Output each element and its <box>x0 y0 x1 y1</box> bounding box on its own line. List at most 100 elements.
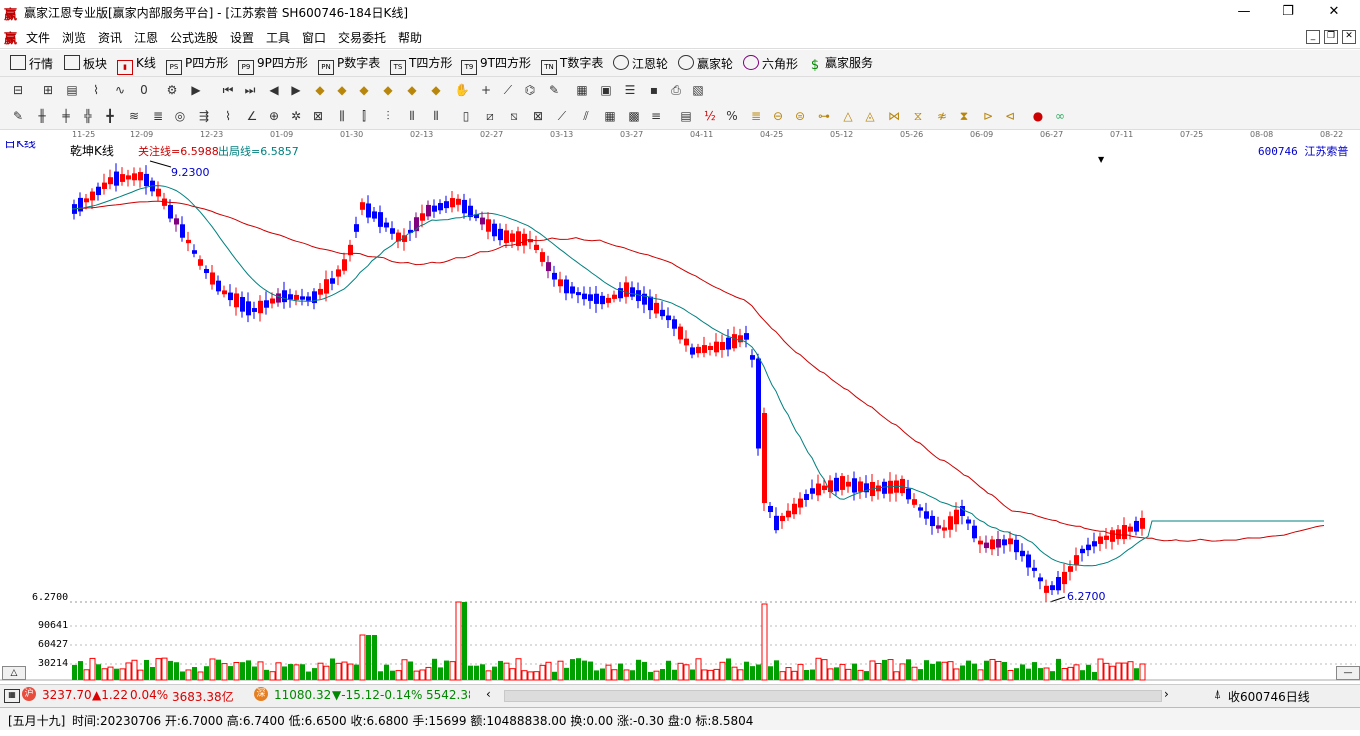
menu-gann[interactable]: 江恩 <box>134 29 158 46</box>
gold-a-icon[interactable]: △ <box>840 108 856 124</box>
first-page-icon[interactable]: ⏮ <box>220 82 236 98</box>
bars-icon[interactable]: ⫼ <box>334 108 350 124</box>
mdi-minimize-button[interactable]: _ <box>1306 30 1320 44</box>
gann-wheel-button[interactable]: 江恩轮 <box>613 55 668 71</box>
p-square-button[interactable]: PS P四方形 <box>166 55 228 75</box>
wave-icon[interactable]: ∿ <box>112 82 128 98</box>
cycle-icon[interactable]: ⌇ <box>220 108 236 124</box>
parallel-icon[interactable]: ⫽ <box>578 108 594 124</box>
next-icon[interactable]: ▶ <box>288 82 304 98</box>
trend-icon[interactable]: ≋ <box>126 108 142 124</box>
menu-app-icon[interactable]: 赢 <box>4 28 17 47</box>
brush-icon[interactable]: ✎ <box>546 82 562 98</box>
menu-file[interactable]: 文件 <box>26 29 50 46</box>
calculator-icon[interactable]: ▣ <box>598 82 614 98</box>
channel-icon[interactable]: ⫿ <box>356 108 372 124</box>
menu-help[interactable]: 帮助 <box>398 29 422 46</box>
line-tool-icon[interactable]: ⟋ <box>500 82 516 98</box>
prev-icon[interactable]: ◀ <box>266 82 282 98</box>
gold-g-icon[interactable]: ⊳ <box>980 108 996 124</box>
scroll-left-icon[interactable]: ‹ <box>486 687 491 701</box>
ratio-icon[interactable]: ½ <box>702 108 718 124</box>
zero-dropdown-icon[interactable]: 0 <box>136 82 152 98</box>
save-icon[interactable]: ▪ <box>646 82 662 98</box>
stack-icon[interactable]: ⊜ <box>792 108 808 124</box>
vol-icon[interactable]: ⦀ <box>404 108 420 124</box>
crosshair-icon[interactable]: + <box>478 82 494 98</box>
settings-icon[interactable]: ⚙ <box>164 82 180 98</box>
kline-chart[interactable]: 日K线 乾坤K线 关注线=6.5988 出局线=6.5857 600746 江苏… <box>0 141 1360 681</box>
draw-icon[interactable]: ▶ <box>188 82 204 98</box>
table-icon[interactable]: ▦ <box>602 108 618 124</box>
p-number-table-button[interactable]: PN P数字表 <box>318 55 380 75</box>
last-page-icon[interactable]: ⏭ <box>242 82 258 98</box>
cols-icon[interactable]: ⫶ <box>380 108 396 124</box>
hexagon-button[interactable]: 六角形 <box>743 55 798 71</box>
slash-icon[interactable]: ⧄ <box>482 108 498 124</box>
menu-tools[interactable]: 工具 <box>266 29 290 46</box>
horizontal-scrollbar[interactable] <box>504 690 1162 702</box>
menu-formula[interactable]: 公式选股 <box>170 29 218 46</box>
collapse-right-button[interactable]: — <box>1336 666 1360 680</box>
arrow-icon[interactable]: ⇶ <box>196 108 212 124</box>
diamond-zoom-out-icon[interactable]: ◆ <box>428 82 444 98</box>
gold-h-icon[interactable]: ⊲ <box>1002 108 1018 124</box>
export-icon[interactable]: ▧ <box>690 82 706 98</box>
diamond-right-icon[interactable]: ◆ <box>380 82 396 98</box>
list-icon[interactable]: ☰ <box>622 82 638 98</box>
9t-square-button[interactable]: T9 9T四方形 <box>461 55 531 75</box>
9p-square-button[interactable]: P9 9P四方形 <box>238 55 308 75</box>
ray-icon[interactable]: ⟋ <box>554 108 570 124</box>
angle-icon[interactable]: ∠ <box>244 108 260 124</box>
gold-d-icon[interactable]: ⧖ <box>910 108 926 124</box>
hline-icon[interactable]: ╫ <box>34 108 50 124</box>
mdi-restore-button[interactable]: ❐ <box>1324 30 1338 44</box>
collapse-left-button[interactable]: △ <box>2 666 26 680</box>
panel-icon[interactable]: ▤ <box>678 108 694 124</box>
menu-trade[interactable]: 交易委托 <box>338 29 386 46</box>
calendar-icon[interactable]: ▦ <box>574 82 590 98</box>
sz-index-value[interactable]: 11080.32 <box>274 688 331 702</box>
winner-wheel-button[interactable]: 赢家轮 <box>678 55 733 71</box>
menu-settings[interactable]: 设置 <box>230 29 254 46</box>
square-icon[interactable]: ⊠ <box>310 108 326 124</box>
infinity-icon[interactable]: ∞ <box>1052 108 1068 124</box>
gold-c-icon[interactable]: ⋈ <box>886 108 902 124</box>
gold-e-icon[interactable]: ≉ <box>934 108 950 124</box>
diamond-up-icon[interactable]: ◆ <box>312 82 328 98</box>
print-icon[interactable]: ⎙ <box>668 82 684 98</box>
matrix-icon[interactable]: ▩ <box>626 108 642 124</box>
ticks-icon[interactable]: ⫴ <box>428 108 444 124</box>
gold-bars-icon[interactable]: ≣ <box>748 108 764 124</box>
doc-icon[interactable]: ▤ <box>64 82 80 98</box>
cross-box-icon[interactable]: ⊠ <box>530 108 546 124</box>
layout-dropdown-icon[interactable]: ⊟ <box>10 82 26 98</box>
fib-icon[interactable]: ≣ <box>150 108 166 124</box>
filter-icon[interactable]: ⍋ <box>1214 687 1221 702</box>
gold-f-icon[interactable]: ⧗ <box>956 108 972 124</box>
grid-icon[interactable]: ▦ <box>4 689 20 703</box>
minimize-button[interactable]: — <box>1222 2 1266 22</box>
t-square-button[interactable]: TS T四方形 <box>390 55 452 75</box>
menu-window[interactable]: 窗口 <box>302 29 326 46</box>
diamond-left-icon[interactable]: ◆ <box>356 82 372 98</box>
gold-fork-icon[interactable]: ⊶ <box>816 108 832 124</box>
maximize-button[interactable]: ❐ <box>1266 2 1310 22</box>
star-icon[interactable]: ✲ <box>288 108 304 124</box>
circle-icon[interactable]: ◎ <box>172 108 188 124</box>
menu-browse[interactable]: 浏览 <box>62 29 86 46</box>
sector-button[interactable]: 板块 <box>64 55 107 71</box>
diamond-zoom-in-icon[interactable]: ◆ <box>404 82 420 98</box>
box-icon[interactable]: ▯ <box>458 108 474 124</box>
quote-button[interactable]: 行情 <box>10 55 53 71</box>
gann-fan-icon[interactable]: ╬ <box>80 108 96 124</box>
close-button[interactable]: ✕ <box>1312 2 1356 22</box>
coin-icon[interactable]: ⊖ <box>770 108 786 124</box>
hand-icon[interactable]: ✋ <box>454 82 470 98</box>
formula-icon[interactable]: ⊞ <box>40 82 56 98</box>
globe-icon[interactable]: ● <box>1030 108 1046 124</box>
gold-b-icon[interactable]: ◬ <box>862 108 878 124</box>
gann-grid-icon[interactable]: ╋ <box>102 108 118 124</box>
scroll-right-icon[interactable]: › <box>1164 687 1169 701</box>
mdi-close-button[interactable]: ✕ <box>1342 30 1356 44</box>
